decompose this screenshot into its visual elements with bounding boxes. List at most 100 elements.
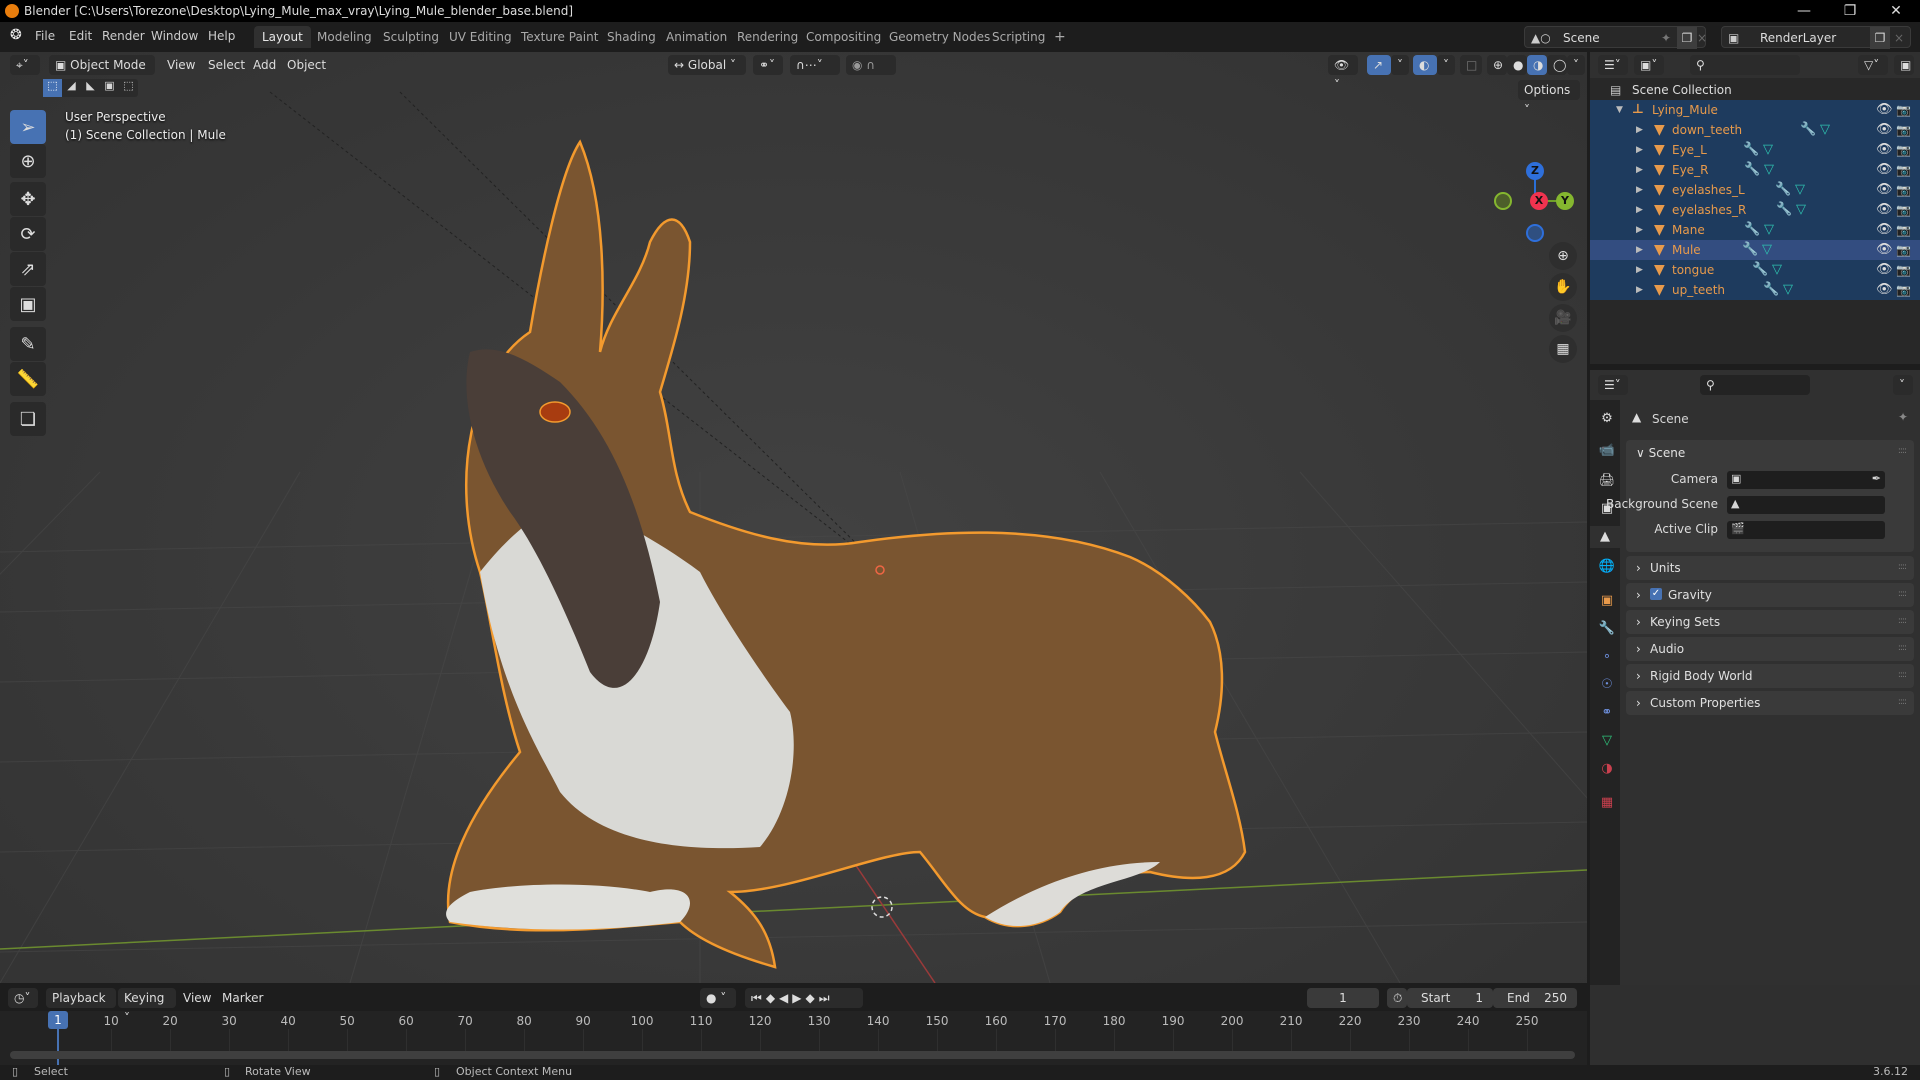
visibility-eye-icon[interactable]: 👁 [1876, 240, 1893, 260]
expand-chevron-icon[interactable]: › [1636, 588, 1641, 602]
tab-output[interactable]: 🖨 [1596, 470, 1618, 492]
tool-rotate[interactable]: ⟳ [10, 217, 46, 251]
play-reverse-icon[interactable]: ◀ [779, 991, 792, 1005]
outliner-item[interactable]: ▶ ▼ tongue 🔧 ▽ 👁 📷 [1590, 260, 1920, 280]
outliner-item[interactable]: ▶ ▼ up_teeth 🔧 ▽ 👁 📷 [1590, 280, 1920, 300]
drag-handle-icon[interactable]: :::: [1898, 562, 1907, 572]
tab-constraints[interactable]: ⚭ [1596, 702, 1618, 724]
render-camera-icon[interactable]: 📷 [1896, 160, 1911, 180]
expand-icon[interactable]: ▶ [1636, 120, 1643, 140]
drag-handle-icon[interactable]: :::: [1898, 643, 1907, 653]
mesh-data-icon[interactable]: ▽ [1796, 200, 1806, 220]
drag-handle-icon[interactable]: :::: [1898, 616, 1907, 626]
outliner-item[interactable]: ▶ ▼ Eye_L 🔧 ▽ 👁 📷 [1590, 140, 1920, 160]
tab-modeling[interactable]: Modeling [309, 26, 380, 48]
mesh-data-icon[interactable]: ▽ [1763, 140, 1773, 160]
gizmo-y-axis[interactable]: Y [1556, 192, 1574, 210]
render-camera-icon[interactable]: 📷 [1896, 220, 1911, 240]
visibility-eye-icon[interactable]: 👁 [1876, 140, 1893, 160]
panel-audio[interactable]: › Audio:::: [1626, 637, 1914, 661]
render-camera-icon[interactable]: 📷 [1896, 120, 1911, 140]
camera-view-button[interactable]: 🎥 [1549, 304, 1577, 332]
overlays-dropdown[interactable]: ˅ [1437, 55, 1455, 75]
render-camera-icon[interactable]: 📷 [1896, 140, 1911, 160]
modifier-wrench-icon[interactable]: 🔧 [1775, 180, 1791, 200]
panel-custom-properties[interactable]: › Custom Properties:::: [1626, 691, 1914, 715]
snapping-button[interactable]: ∩⋯˅ [790, 55, 840, 75]
panel-keying-sets[interactable]: › Keying Sets:::: [1626, 610, 1914, 634]
select-intersect-icon[interactable]: ⬚ [119, 79, 138, 97]
collapse-icon[interactable]: ▼ [1616, 100, 1623, 120]
tool-move[interactable]: ✥ [10, 182, 46, 216]
overlays-toggle-button[interactable]: ◐ [1413, 55, 1437, 75]
properties-options-dropdown[interactable]: ˅ [1893, 375, 1913, 395]
gizmo-dropdown[interactable]: ˅ [1391, 55, 1409, 75]
visibility-eye-icon[interactable]: 👁 [1876, 220, 1893, 240]
current-frame-field[interactable]: 1 [1307, 988, 1379, 1008]
visibility-eye-icon[interactable]: 👁 [1876, 100, 1893, 120]
panel-gravity[interactable]: › ✓ Gravity:::: [1626, 583, 1914, 607]
options-button[interactable]: Options ˅ [1518, 80, 1580, 117]
shading-solid-button[interactable]: ● [1507, 55, 1527, 75]
tab-animation[interactable]: Animation [658, 26, 735, 48]
close-button[interactable]: ✕ [1873, 0, 1919, 22]
playhead[interactable]: 1 [48, 1011, 68, 1029]
minimize-button[interactable]: — [1781, 0, 1827, 22]
tab-world[interactable]: 🌐 [1596, 556, 1618, 578]
active-clip-field[interactable]: 🎬 [1727, 521, 1885, 539]
tab-scene[interactable]: ▲ [1590, 526, 1620, 548]
mesh-data-icon[interactable]: ▽ [1764, 160, 1774, 180]
expand-icon[interactable]: ▶ [1636, 280, 1643, 300]
mesh-data-icon[interactable]: ▽ [1772, 260, 1782, 280]
modifier-wrench-icon[interactable]: 🔧 [1742, 240, 1758, 260]
panel-rigid-body-world[interactable]: › Rigid Body World:::: [1626, 664, 1914, 688]
expand-icon[interactable]: ▶ [1636, 200, 1643, 220]
mesh-data-icon[interactable]: ▽ [1762, 240, 1772, 260]
start-frame-field[interactable]: Start 1 [1407, 988, 1493, 1008]
outliner-scene-collection[interactable]: ▤ Scene Collection [1590, 80, 1920, 100]
expand-icon[interactable]: ▶ [1636, 160, 1643, 180]
tab-render[interactable]: 📹 [1596, 440, 1618, 462]
tab-texture[interactable]: ▦ [1596, 792, 1618, 814]
modifier-wrench-icon[interactable]: 🔧 [1743, 140, 1759, 160]
timeline-editor-type-button[interactable]: ◷˅ [8, 988, 38, 1008]
tab-texture-paint[interactable]: Texture Paint [513, 26, 606, 48]
expand-icon[interactable]: ▶ [1636, 180, 1643, 200]
scene-panel-header[interactable]: ∨ Scene [1636, 446, 1685, 460]
tool-measure[interactable]: 📏 [10, 362, 46, 396]
render-camera-icon[interactable]: 📷 [1896, 280, 1911, 300]
tool-annotate[interactable]: ✎ [10, 327, 46, 361]
marker-menu[interactable]: Marker [222, 991, 263, 1005]
modifier-wrench-icon[interactable]: 🔧 [1744, 220, 1760, 240]
select-new-icon[interactable]: ⬚ [43, 79, 62, 97]
tool-cursor[interactable]: ⊕ [10, 144, 46, 178]
menu-edit[interactable]: Edit [69, 29, 92, 43]
auto-keying-button[interactable]: ● ˅ [700, 988, 736, 1008]
prev-keyframe-icon[interactable]: ◆ [766, 991, 779, 1005]
properties-search-field[interactable]: ⚲ [1700, 375, 1810, 395]
expand-chevron-icon[interactable]: › [1636, 642, 1641, 656]
mesh-data-icon[interactable]: ▽ [1783, 280, 1793, 300]
shading-wireframe-button[interactable]: ⊕ [1487, 55, 1507, 75]
display-mode-button[interactable]: ▣˅ [1634, 55, 1664, 75]
menu-help[interactable]: Help [208, 29, 235, 43]
tab-sculpting[interactable]: Sculpting [375, 26, 447, 48]
visibility-eye-icon[interactable]: 👁 [1876, 180, 1893, 200]
shading-material-preview-button[interactable]: ◑ [1527, 55, 1547, 75]
gizmo-z-axis[interactable]: Z [1526, 162, 1544, 180]
timeline-view-menu[interactable]: View [183, 991, 211, 1005]
tab-geometry-nodes[interactable]: Geometry Nodes [881, 26, 998, 48]
timeline-scrollbar[interactable] [10, 1051, 1575, 1059]
drag-handle-icon[interactable]: :::: [1898, 589, 1907, 599]
drag-handle-icon[interactable]: :::: [1898, 670, 1907, 680]
expand-icon[interactable]: ▶ [1636, 220, 1643, 240]
gizmo-x-axis[interactable]: X [1530, 192, 1548, 210]
tab-scripting[interactable]: Scripting [984, 26, 1053, 48]
viewport-menu-select[interactable]: Select [208, 58, 245, 72]
keying-menu[interactable]: Keying ˅ [118, 988, 176, 1025]
outliner-item[interactable]: ▶ ▼ eyelashes_L 🔧 ▽ 👁 📷 [1590, 180, 1920, 200]
modifier-wrench-icon[interactable]: 🔧 [1800, 120, 1816, 140]
gizmo-neg-z-axis[interactable] [1526, 224, 1544, 242]
expand-chevron-icon[interactable]: › [1636, 696, 1641, 710]
drag-handle-icon[interactable]: :::: [1898, 697, 1907, 707]
